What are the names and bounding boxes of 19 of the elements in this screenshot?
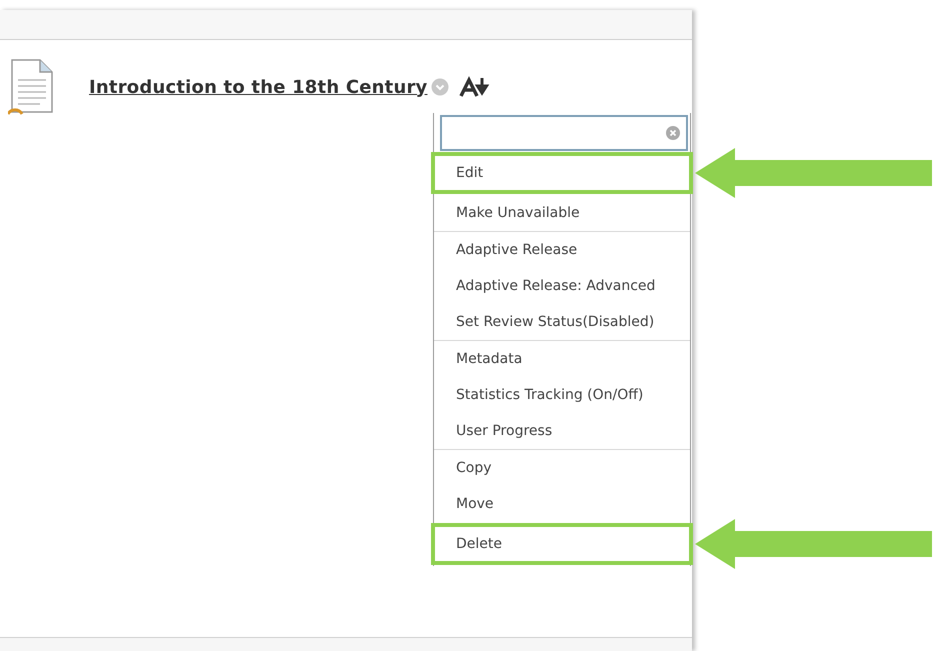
menu-item[interactable]: Make Unavailable bbox=[434, 195, 690, 231]
chevron-down-icon[interactable] bbox=[431, 78, 450, 96]
menu-item[interactable]: Adaptive Release bbox=[434, 232, 690, 268]
sort-icon[interactable] bbox=[459, 76, 492, 98]
menu-item[interactable]: Edit bbox=[434, 155, 690, 191]
menu-item[interactable]: User Progress bbox=[434, 413, 690, 449]
menu-item[interactable]: Statistics Tracking (On/Off) bbox=[434, 377, 690, 413]
menu-item[interactable]: Copy bbox=[434, 450, 690, 486]
menu-item[interactable]: Delete bbox=[434, 526, 690, 562]
clear-icon[interactable] bbox=[666, 126, 680, 140]
content-title-link[interactable]: Introduction to the 18th Century bbox=[89, 76, 428, 98]
arrow-icon bbox=[695, 519, 932, 569]
arrow-icon bbox=[695, 148, 932, 198]
document-icon bbox=[8, 58, 56, 116]
menu-item[interactable]: Move bbox=[434, 486, 690, 522]
menu-item[interactable]: Set Review Status(Disabled) bbox=[434, 304, 690, 340]
menu-item[interactable]: Adaptive Release: Advanced bbox=[434, 268, 690, 304]
menu-item[interactable]: Metadata bbox=[434, 341, 690, 377]
search-field[interactable] bbox=[440, 115, 688, 151]
